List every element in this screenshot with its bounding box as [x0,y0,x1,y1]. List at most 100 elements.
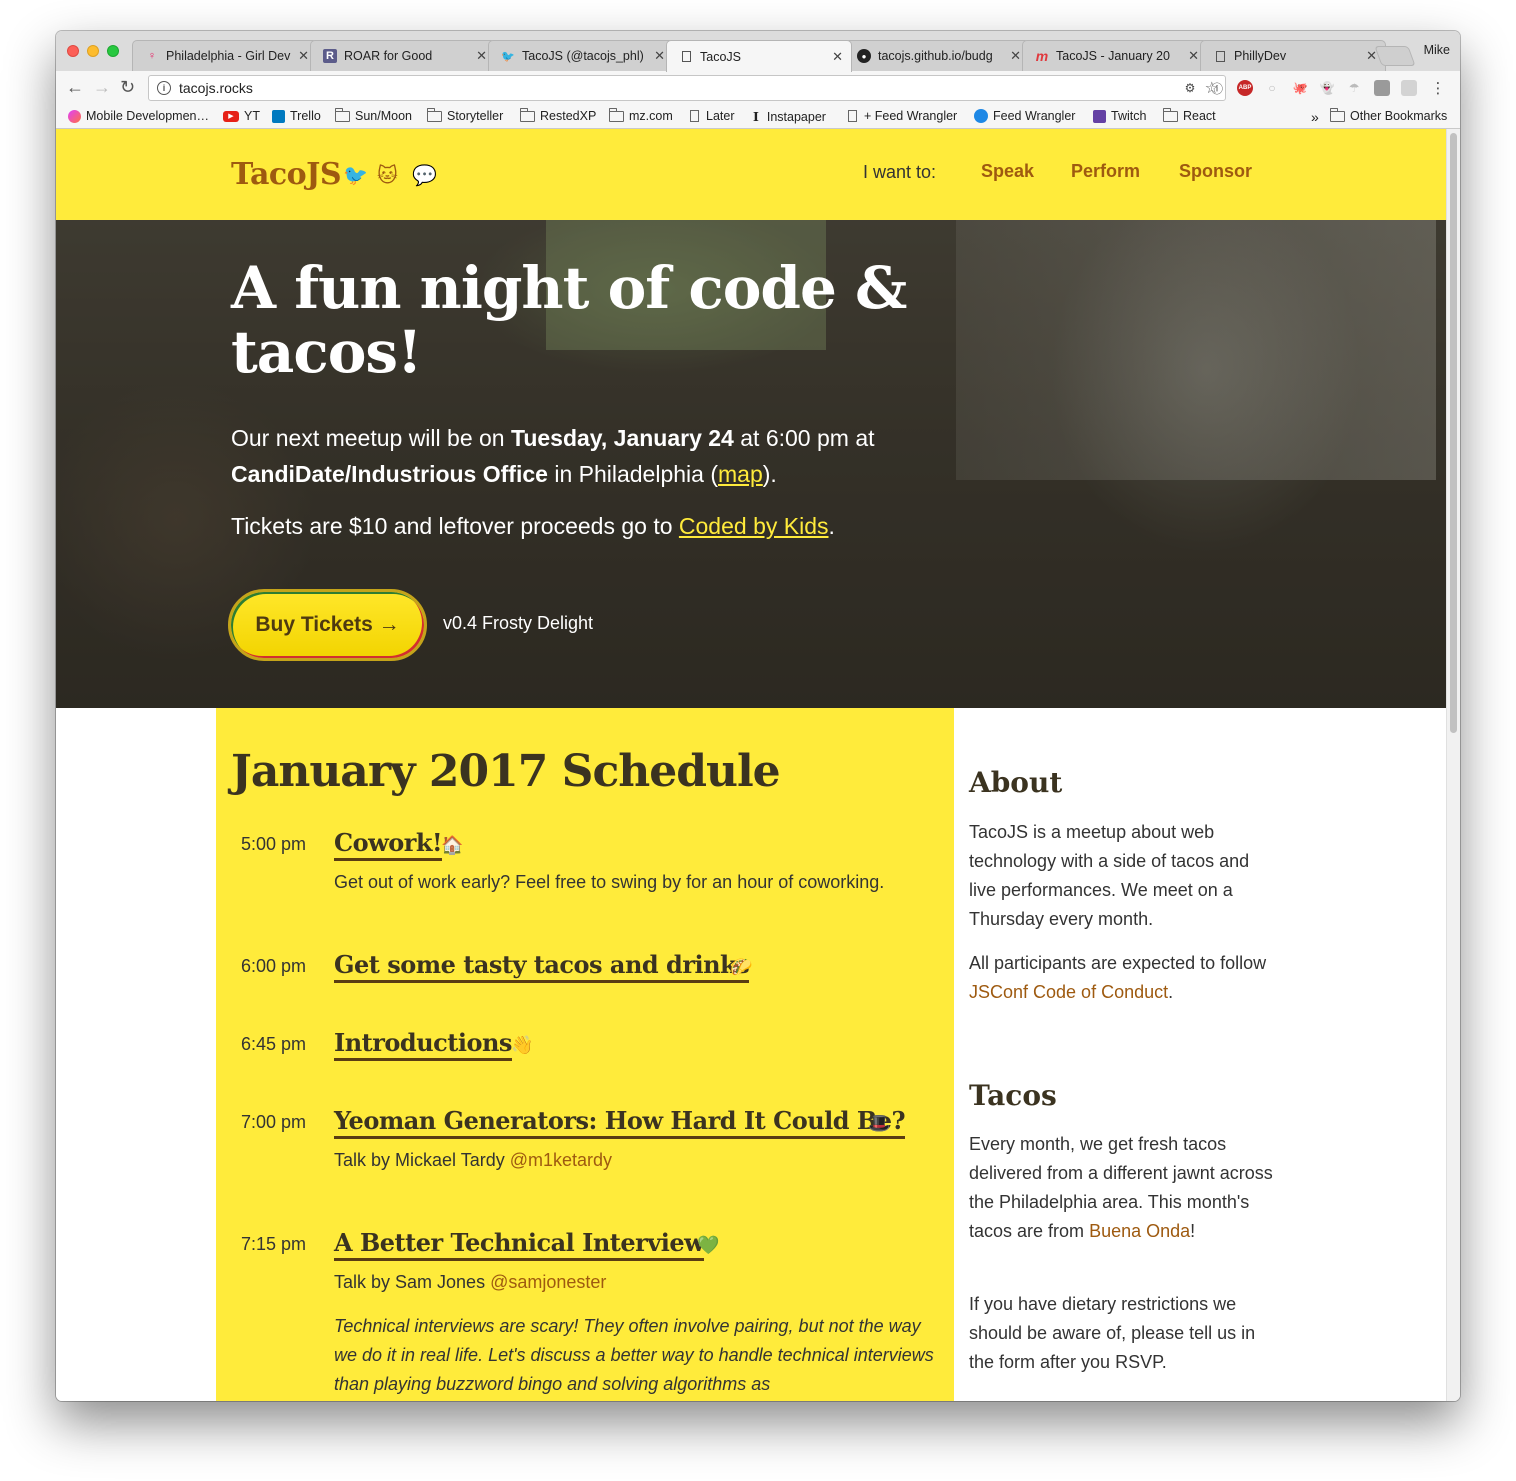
forward-arrow-icon[interactable]: → [93,77,111,98]
bookmark-label: mz.com [629,109,673,123]
circle-extension-icon[interactable]: ○ [1264,80,1280,96]
about-text: TacoJS is a meetup about web technology … [969,822,1250,929]
house-emoji-icon: 🏠 [441,835,464,855]
meetup-time: at 6:00 pm at [740,425,875,451]
close-tab-icon[interactable]: ✕ [476,48,487,64]
bookmark-restedxp[interactable]: RestedXP [520,107,597,123]
bookmark-feed-wrangler[interactable]: Feed Wrangler [974,109,1075,123]
bookmark-label: YT [244,109,260,123]
folder-icon [609,107,624,122]
bookmark-twitch[interactable]: Twitch [1093,109,1146,123]
close-tab-icon[interactable]: ✕ [298,48,309,64]
nav-speak-link[interactable]: Speak [981,161,1034,182]
folder-icon [427,107,442,122]
hero-photo-window [956,220,1436,480]
slot-title-introductions[interactable]: Introductions [334,1028,512,1061]
tab-tacojs[interactable]: TacoJS ✕ [666,40,852,72]
extension-square-icon[interactable] [1374,80,1390,96]
reload-icon[interactable]: ↻ [120,77,135,98]
bookmark-mz[interactable]: mz.com [609,107,673,123]
tab-phillydev[interactable]: PhillyDev ✕ [1200,40,1386,71]
github-icon[interactable]: 🐱 [377,163,398,188]
bookmark-label: Later [706,109,735,123]
schedule-title: January 2017 Schedule [231,746,781,797]
bookmark-later[interactable]: Later [690,109,735,123]
browser-toolbar: ← → ↻ i tacojs.rocks ☆ ⚙ ⓘ ABP ○ 🐙 👻 ☂ ⋮ [56,71,1460,105]
slot-speaker: Talk by Sam Jones @samjonester [334,1268,934,1297]
minimize-window-button[interactable] [87,45,99,57]
tab-tacojs-twitter[interactable]: 🐦 TacoJS (@tacojs_phl) ✕ [488,40,674,71]
slot-title-tacos[interactable]: Get some tasty tacos and drinks [334,950,750,983]
back-arrow-icon[interactable]: ← [66,77,84,98]
extension-grid-icon[interactable] [1401,80,1417,96]
profile-button[interactable]: Mike [1424,43,1450,57]
conduct-end: . [1168,982,1174,1002]
slot-description: Get out of work early? Feel free to swin… [334,872,885,892]
tickets-end: . [828,513,835,539]
nav-sponsor-link[interactable]: Sponsor [1179,161,1252,182]
url-text: tacojs.rocks [179,80,253,96]
bookmark-label: Storyteller [447,109,504,123]
tab-title: TacoJS (@tacojs_phl) [522,49,644,63]
tab-tacojs-meetup[interactable]: m TacoJS - January 20 ✕ [1022,40,1208,71]
hero-headline: A fun night of code & tacos! [231,254,907,386]
bookmark-label: Mobile Developmen… [86,109,209,123]
tab-tacojs-github[interactable]: ● tacojs.github.io/budg ✕ [844,40,1030,71]
code-of-conduct-link[interactable]: JSConf Code of Conduct [969,982,1168,1002]
slot-title-cowork[interactable]: Cowork! [334,828,443,861]
close-tab-icon[interactable]: ✕ [1010,48,1021,64]
other-bookmarks[interactable]: Other Bookmarks [1330,107,1447,123]
ticket-info: Tickets are $10 and leftover proceeds go… [231,508,991,544]
site-logo[interactable]: TacoJS [231,157,342,192]
tab-roar-for-good[interactable]: R ROAR for Good ✕ [310,40,496,71]
address-bar[interactable]: i tacojs.rocks ☆ [148,75,1226,101]
bookmarks-overflow-button[interactable]: » [1311,109,1319,125]
menu-kebab-icon[interactable]: ⋮ [1430,80,1446,97]
page-icon [1213,49,1227,63]
chat-bubble-icon[interactable]: 💬 [412,163,437,188]
nav-perform-link[interactable]: Perform [1071,161,1140,182]
speaker-handle-link[interactable]: @m1ketardy [510,1150,612,1170]
scrollbar-thumb[interactable] [1450,133,1457,733]
close-tab-icon[interactable]: ✕ [832,49,843,65]
meetup-details: Our next meetup will be on Tuesday, Janu… [231,420,991,492]
ghostery-icon[interactable]: 👻 [1319,80,1335,96]
tab-title: Philadelphia - Girl Dev [166,49,291,63]
bookmark-yt[interactable]: ▶ YT [223,109,260,123]
feed-wrangler-icon [974,109,988,123]
tacos-end: ! [1190,1221,1196,1241]
new-tab-button[interactable] [1374,46,1416,66]
speaker-handle-link[interactable]: @samjonester [490,1272,606,1292]
gear-icon[interactable]: ⚙ [1182,80,1198,96]
tab-girl-develop-it[interactable]: ♀ Philadelphia - Girl Dev ✕ [132,40,318,71]
close-tab-icon[interactable]: ✕ [654,48,665,64]
site-info-icon[interactable]: i [157,81,171,95]
bookmark-instapaper[interactable]: I Instapaper [753,109,826,124]
bookmark-add-feed-wrangler[interactable]: + Feed Wrangler [848,109,957,123]
buy-tickets-button[interactable]: Buy Tickets → [228,589,427,661]
bookmark-label: Feed Wrangler [993,109,1076,123]
bookmark-sun-moon[interactable]: Sun/Moon [335,107,412,123]
umbrella-icon[interactable]: ☂ [1346,80,1362,96]
bookmark-label: RestedXP [540,109,597,123]
close-window-button[interactable] [67,45,79,57]
bookmark-mobile-development[interactable]: Mobile Developmen… [68,109,209,123]
taco-vendor-link[interactable]: Buena Onda [1089,1221,1190,1241]
slot-title-yeoman[interactable]: Yeoman Generators: How Hard It Could Be? [334,1106,906,1139]
onepassword-icon[interactable]: ⓘ [1209,80,1225,96]
adblock-icon[interactable]: ABP [1237,80,1253,96]
slot-title-technical-interview[interactable]: A Better Technical Interview [334,1228,705,1261]
map-link[interactable]: map [718,461,763,487]
bookmark-react[interactable]: React [1163,107,1216,123]
slot-time: 6:00 pm [241,956,307,976]
bookmark-storyteller[interactable]: Storyteller [427,107,504,123]
bookmark-trello[interactable]: Trello [272,109,321,123]
conduct-prefix: All participants are expected to follow [969,953,1267,973]
twitter-icon[interactable]: 🐦 [343,163,368,188]
octocat-icon[interactable]: 🐙 [1292,80,1308,96]
venue-suffix: in Philadelphia ( [554,461,718,487]
coded-by-kids-link[interactable]: Coded by Kids [679,513,829,539]
page-scrollbar[interactable] [1446,129,1460,1401]
fullscreen-window-button[interactable] [107,45,119,57]
close-tab-icon[interactable]: ✕ [1188,48,1199,64]
